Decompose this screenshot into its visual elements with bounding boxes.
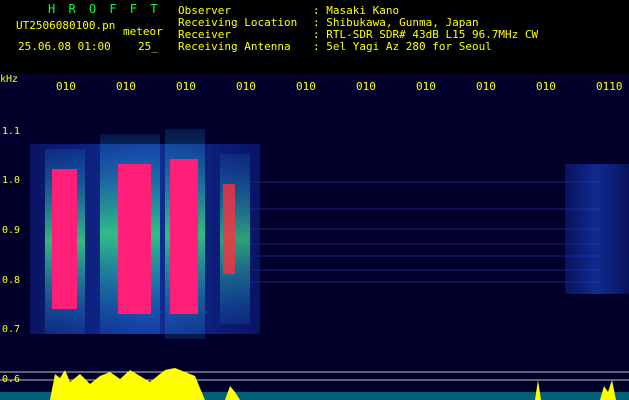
- brand-title: H R O F F T: [48, 2, 161, 16]
- time-label: 010: [296, 80, 316, 93]
- y-tick-label: 0.8: [2, 275, 21, 286]
- time-label: 0110: [596, 80, 623, 93]
- time-label: 010: [176, 80, 196, 93]
- time-label: 010: [536, 80, 556, 93]
- spectrogram-area: [0, 74, 629, 400]
- time-label: 010: [356, 80, 376, 93]
- time-label: 010: [236, 80, 256, 93]
- y-tick-label: 1.1: [2, 126, 21, 137]
- y-axis-unit: kHz: [0, 74, 19, 85]
- header-panel: H R O F F T UT2506080100.pn meteor 25.06…: [0, 0, 629, 74]
- meta-key-antenna: Receiving Antenna: [178, 40, 291, 53]
- time-label: 010: [116, 80, 136, 93]
- frame-number: 25_: [138, 40, 158, 53]
- file-name: UT2506080100.pn: [16, 19, 116, 32]
- y-tick-label: 0.6: [2, 374, 21, 385]
- meta-value-antenna: : 5el Yagi Az 280 for Seoul: [313, 40, 492, 53]
- metadata-block: Observer: Masaki Kano Receiving Location…: [178, 5, 538, 53]
- time-label: 010: [476, 80, 496, 93]
- observation-type: meteor: [123, 25, 163, 38]
- spectrogram-graphic: [0, 129, 629, 400]
- time-label: 010: [56, 80, 76, 93]
- observation-datetime: 25.06.08 01:00: [18, 40, 111, 53]
- y-tick-label: 0.7: [2, 324, 21, 335]
- time-label: 010: [416, 80, 436, 93]
- y-tick-label: 0.9: [2, 225, 21, 236]
- y-tick-label: 1.0: [2, 175, 21, 186]
